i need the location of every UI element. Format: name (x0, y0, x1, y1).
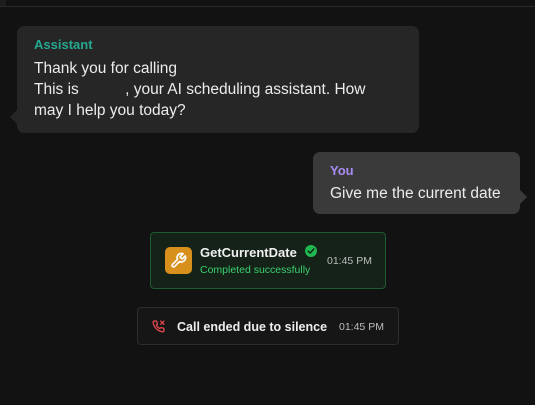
assistant-text-part1: Thank you for calling (34, 60, 182, 77)
check-circle-icon (305, 245, 317, 257)
call-ended-text: Call ended due to silence (177, 320, 328, 334)
tool-status: Completed successfully (200, 264, 311, 276)
assistant-text-part2: This is (34, 81, 84, 98)
tool-name: GetCurrentDate (200, 245, 297, 260)
call-ended-event: Call ended due to silence 01:45 PM (137, 307, 399, 345)
user-message: You Give me the current date (313, 152, 527, 214)
tool-timestamp: 01:45 PM (327, 255, 372, 267)
user-sender-label: You (330, 163, 354, 178)
tool-call-card[interactable]: GetCurrentDate Completed successfully 01… (150, 232, 386, 289)
assistant-sender-label: Assistant (34, 37, 93, 52)
top-border (0, 0, 535, 7)
redacted-assistant-name (83, 80, 126, 94)
assistant-message: Assistant Thank you for calling This is … (10, 26, 419, 133)
assistant-message-text: Thank you for calling This is , your AI … (34, 58, 384, 121)
redacted-business-name (181, 59, 374, 73)
phone-missed-icon (152, 320, 165, 333)
top-corner (0, 0, 6, 6)
wrench-icon (165, 247, 192, 274)
call-ended-timestamp: 01:45 PM (339, 321, 384, 333)
user-message-text: Give me the current date (330, 185, 501, 202)
